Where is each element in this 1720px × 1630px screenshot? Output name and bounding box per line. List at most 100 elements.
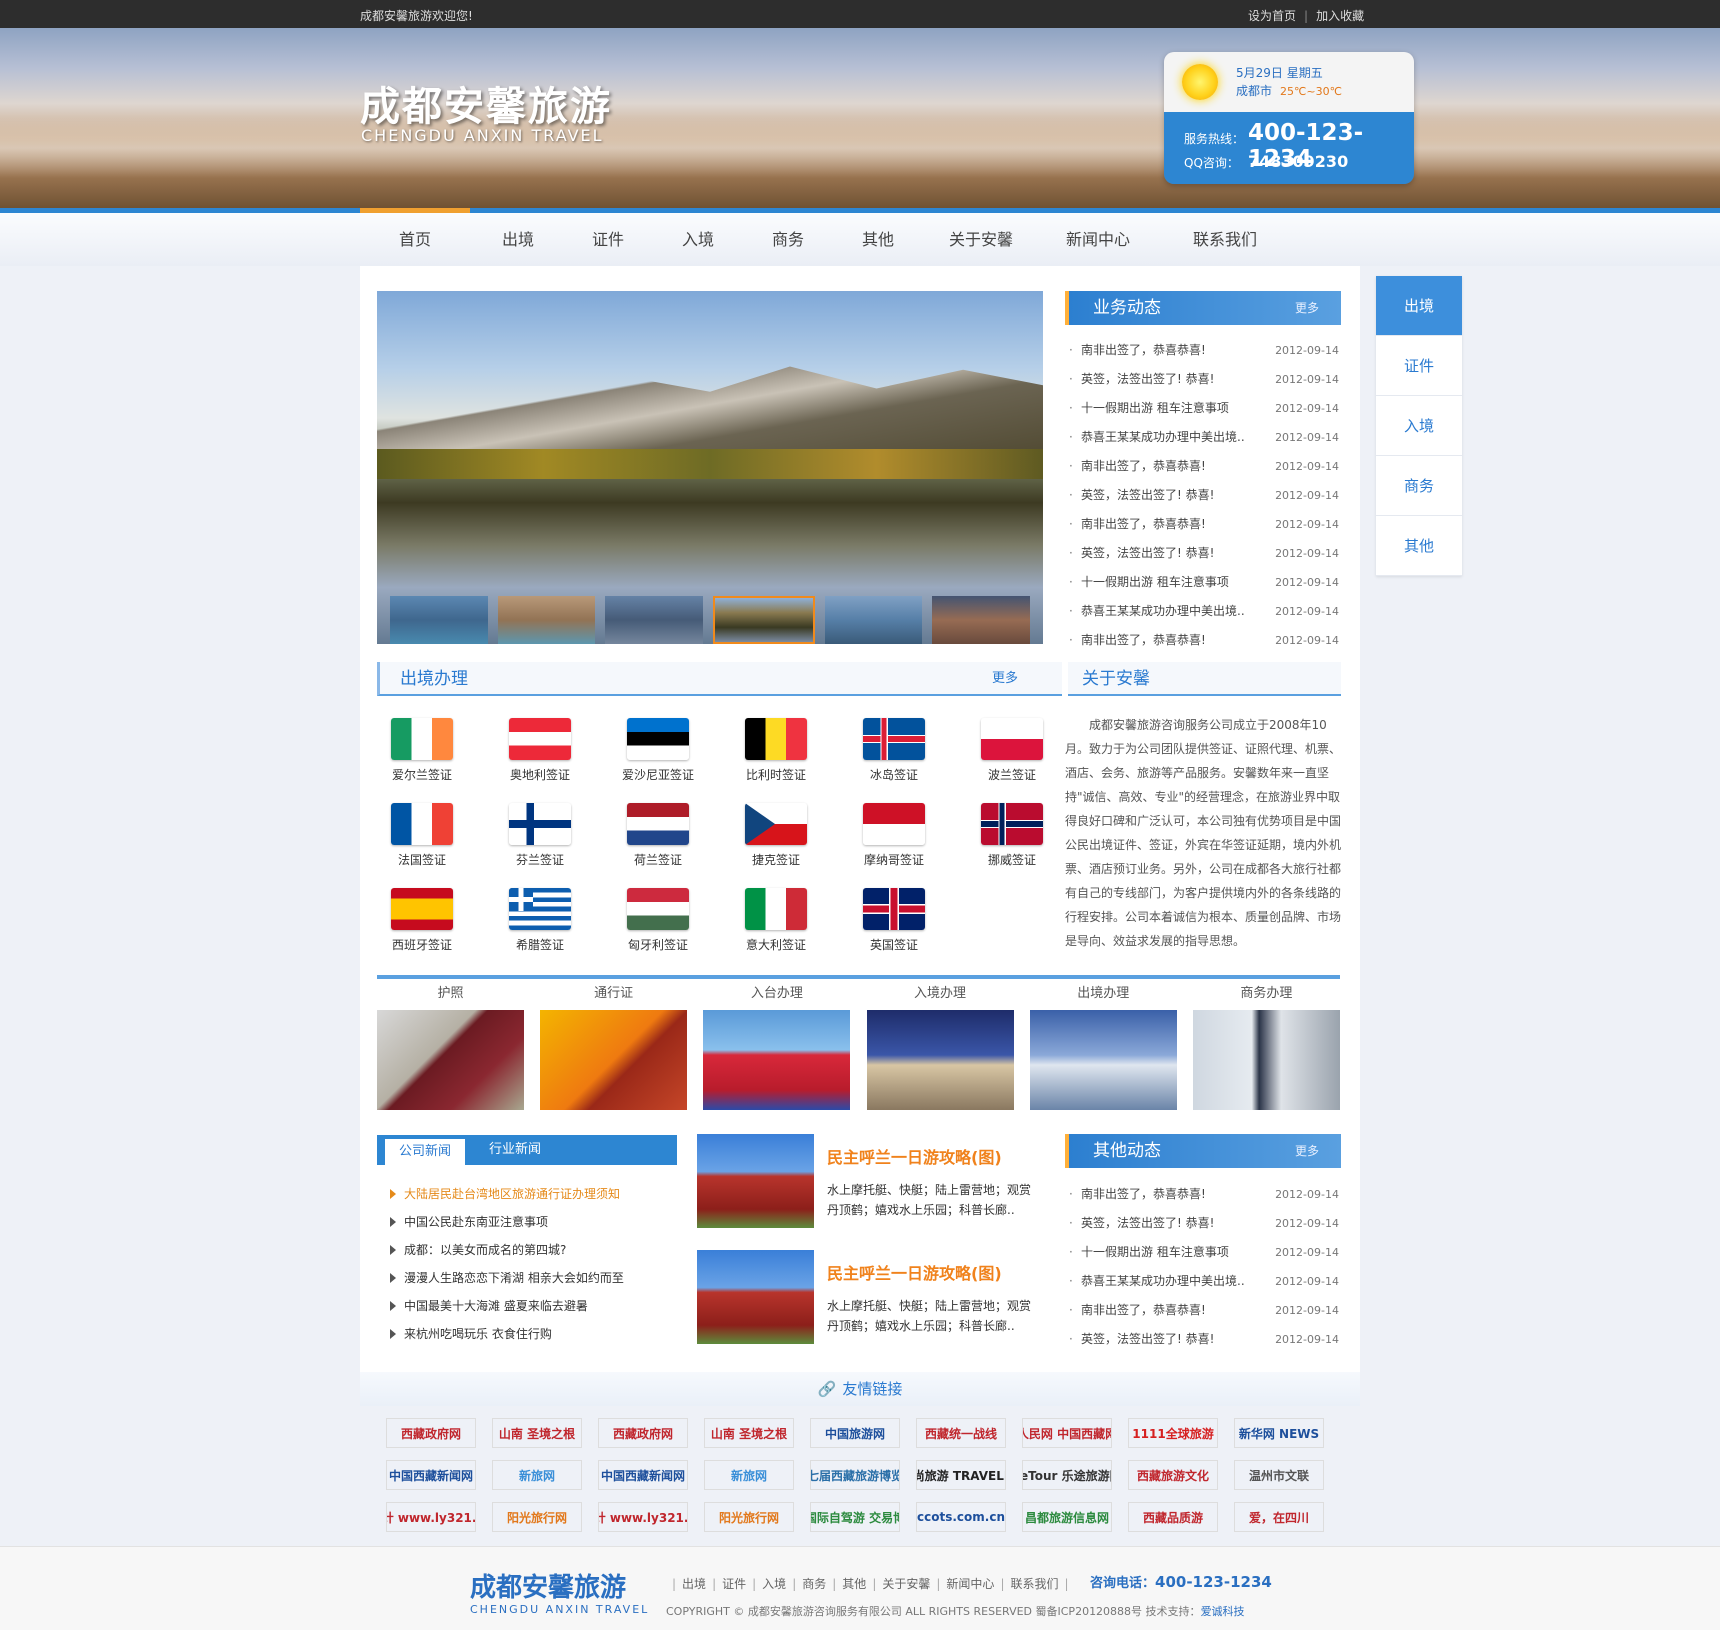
news-item[interactable]: 南非出签了，恭喜恭喜! 2012-09-14: [1067, 1180, 1339, 1209]
sidebar-item[interactable]: 其他: [1376, 516, 1462, 576]
news-item-title[interactable]: 恭喜王某某成功办理中美出境..: [1081, 604, 1245, 618]
outbound-more-link[interactable]: 更多: [992, 662, 1018, 696]
news-item[interactable]: 十一假期出游 租车注意事项 2012-09-14: [1067, 394, 1339, 423]
friend-link[interactable]: 指南针 www.ly321.com: [386, 1502, 476, 1532]
footer-logo[interactable]: 成都安馨旅游: [470, 1567, 626, 1604]
slider-thumb[interactable]: [605, 596, 704, 644]
belgium-flag-icon[interactable]: [745, 718, 807, 760]
friend-link[interactable]: 第七届西藏旅游博览会: [810, 1460, 900, 1490]
slider-thumb-active[interactable]: [713, 596, 815, 644]
footer-nav-link[interactable]: 关于安馨: [882, 1577, 930, 1591]
visa-label[interactable]: 爱沙尼亚签证: [613, 766, 703, 783]
visa-item[interactable]: 爱沙尼亚签证: [613, 718, 703, 783]
category-card[interactable]: 入台办理: [703, 984, 851, 1110]
footer-nav-link[interactable]: 其他: [842, 1577, 866, 1591]
friend-link[interactable]: 阳光旅行网: [704, 1502, 794, 1532]
visa-label[interactable]: 爱尔兰签证: [377, 766, 467, 783]
visa-item[interactable]: 希腊签证: [495, 888, 585, 953]
visa-item[interactable]: 挪威签证: [967, 803, 1057, 868]
norway-flag-icon[interactable]: [981, 803, 1043, 845]
news-item[interactable]: 英签，法签出签了! 恭喜! 2012-09-14: [1067, 481, 1339, 510]
visa-label[interactable]: 意大利签证: [731, 936, 821, 953]
news-item-title[interactable]: 恭喜王某某成功办理中美出境..: [1081, 1274, 1245, 1288]
visa-item[interactable]: 比利时签证: [731, 718, 821, 783]
company-news-item[interactable]: 中国公民赴东南亚注意事项: [388, 1208, 624, 1236]
friend-link[interactable]: 新旅网: [704, 1460, 794, 1490]
news-item[interactable]: 恭喜王某某成功办理中美出境.. 2012-09-14: [1067, 597, 1339, 626]
friend-link[interactable]: 新旅网: [492, 1460, 582, 1490]
slider-thumb[interactable]: [390, 596, 488, 644]
friend-link[interactable]: 中国西藏新闻网: [598, 1460, 688, 1490]
news-item-title[interactable]: 十一假期出游 租车注意事项: [1081, 401, 1229, 415]
news-item[interactable]: 英签，法签出签了! 恭喜! 2012-09-14: [1067, 365, 1339, 394]
news-item[interactable]: 恭喜王某某成功办理中美出境.. 2012-09-14: [1067, 423, 1339, 452]
nav-item[interactable]: 入境: [650, 213, 746, 266]
footer-nav-link[interactable]: 出境: [682, 1577, 706, 1591]
friend-link[interactable]: 爱，在四川: [1234, 1502, 1324, 1532]
news-item-title[interactable]: 英签，法签出签了! 恭喜!: [1081, 1216, 1214, 1230]
company-news-item[interactable]: 漫漫人生路恋恋下淆湖 相亲大会如约而至: [388, 1264, 624, 1292]
finland-flag-icon[interactable]: [509, 803, 571, 845]
other-news-more-link[interactable]: 更多: [1295, 1134, 1319, 1168]
visa-item[interactable]: 爱尔兰签证: [377, 718, 467, 783]
company-news-item[interactable]: 来杭州吃喝玩乐 衣食住行购: [388, 1320, 624, 1348]
visa-item[interactable]: 捷克签证: [731, 803, 821, 868]
visa-item[interactable]: 西班牙签证: [377, 888, 467, 953]
category-label[interactable]: 通行证: [540, 984, 687, 1010]
category-card[interactable]: 出境办理: [1029, 984, 1177, 1110]
news-item-title[interactable]: 英签，法签出签了! 恭喜!: [1081, 372, 1214, 386]
visa-label[interactable]: 荷兰签证: [613, 851, 703, 868]
nav-item[interactable]: 商务: [746, 213, 830, 266]
bookmark-link[interactable]: 加入收藏: [1316, 9, 1364, 23]
friend-link[interactable]: 西藏统一战线: [916, 1418, 1006, 1448]
friend-link[interactable]: 中国西藏新闻网: [386, 1460, 476, 1490]
news-item-title[interactable]: 英签，法签出签了! 恭喜!: [1081, 546, 1214, 560]
estonia-flag-icon[interactable]: [627, 718, 689, 760]
nav-item[interactable]: 证件: [566, 213, 650, 266]
italy-flag-icon[interactable]: [745, 888, 807, 930]
company-news-item[interactable]: 大陆居民赴台湾地区旅游通行证办理须知: [388, 1180, 624, 1208]
category-image[interactable]: [1029, 1010, 1177, 1110]
company-news-item[interactable]: 中国最美十大海滩 盛夏来临去避暑: [388, 1292, 624, 1320]
nav-item[interactable]: 联系我们: [1160, 213, 1290, 266]
friend-link[interactable]: 山南 圣境之根: [492, 1418, 582, 1448]
spain-flag-icon[interactable]: [391, 888, 453, 930]
visa-label[interactable]: 奥地利签证: [495, 766, 585, 783]
category-card[interactable]: 入境办理: [866, 984, 1014, 1110]
news-item[interactable]: 南非出签了，恭喜恭喜! 2012-09-14: [1067, 336, 1339, 365]
friend-link[interactable]: 中国旅游网: [810, 1418, 900, 1448]
visa-label[interactable]: 希腊签证: [495, 936, 585, 953]
category-image[interactable]: [703, 1010, 851, 1110]
nav-item[interactable]: 其他: [830, 213, 926, 266]
poland-flag-icon[interactable]: [981, 718, 1043, 760]
friend-link[interactable]: 新华网 NEWS: [1234, 1418, 1324, 1448]
friend-link[interactable]: 昌都旅游信息网: [1022, 1502, 1112, 1532]
visa-label[interactable]: 西班牙签证: [377, 936, 467, 953]
hungary-flag-icon[interactable]: [627, 888, 689, 930]
footer-nav-link[interactable]: 商务: [802, 1577, 826, 1591]
tab-industry-news[interactable]: 行业新闻: [475, 1135, 555, 1165]
sidebar-item[interactable]: 出境: [1376, 276, 1462, 336]
news-item-title[interactable]: 英签，法签出签了! 恭喜!: [1081, 1332, 1214, 1346]
nav-item[interactable]: 首页: [360, 213, 470, 266]
visa-label[interactable]: 法国签证: [377, 851, 467, 868]
sidebar-item[interactable]: 商务: [1376, 456, 1462, 516]
news-item-title[interactable]: 南非出签了，恭喜恭喜!: [1081, 517, 1206, 531]
friend-link[interactable]: 西藏品质游: [1128, 1502, 1218, 1532]
hero-slider[interactable]: [377, 291, 1043, 644]
friend-link[interactable]: ccots.com.cn: [916, 1502, 1006, 1532]
ireland-flag-icon[interactable]: [391, 718, 453, 760]
visa-label[interactable]: 挪威签证: [967, 851, 1057, 868]
news-item[interactable]: 英签，法签出签了! 恭喜! 2012-09-14: [1067, 539, 1339, 568]
category-image[interactable]: [540, 1010, 688, 1110]
austria-flag-icon[interactable]: [509, 718, 571, 760]
news-item[interactable]: 南非出签了，恭喜恭喜! 2012-09-14: [1067, 452, 1339, 481]
visa-item[interactable]: 冰岛签证: [849, 718, 939, 783]
category-label[interactable]: 商务办理: [1193, 984, 1340, 1010]
friend-link[interactable]: 西藏政府网: [386, 1418, 476, 1448]
category-card[interactable]: 通行证: [540, 984, 688, 1110]
category-image[interactable]: [1192, 1010, 1340, 1110]
news-item[interactable]: 恭喜王某某成功办理中美出境.. 2012-09-14: [1067, 1267, 1339, 1296]
visa-label[interactable]: 摩纳哥签证: [849, 851, 939, 868]
visa-item[interactable]: 波兰签证: [967, 718, 1057, 783]
